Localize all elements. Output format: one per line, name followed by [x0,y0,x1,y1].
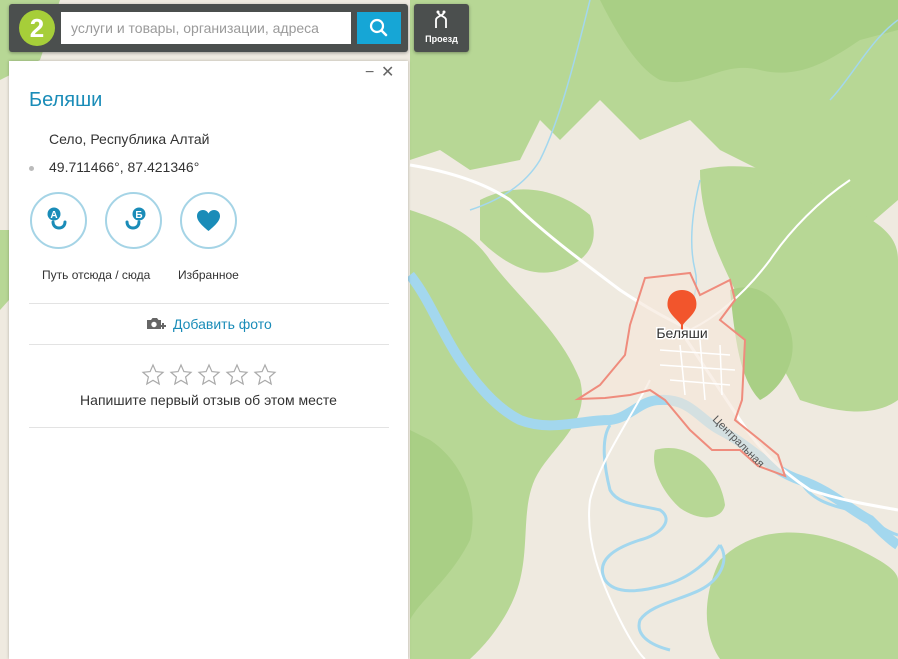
route-a-icon: A [47,207,67,230]
forest-area [0,230,9,310]
review-prompt[interactable]: Напишите первый отзыв об этом месте [9,392,408,408]
divider [29,427,389,428]
divider [29,303,389,304]
minimize-icon[interactable]: − [365,65,374,81]
location-dot-icon [29,166,34,171]
divider [29,344,389,345]
place-type: Село, Республика Алтай [49,131,210,147]
svg-text:2: 2 [30,13,44,43]
place-title: Беляши [29,89,103,111]
camera-plus-icon [147,318,166,329]
rating-stars[interactable] [141,363,281,387]
route-label: Проезд [425,34,458,44]
heart-icon [197,210,220,231]
search-icon [369,18,388,37]
route-label[interactable]: Путь отсюда / сюда [42,268,150,282]
place-coordinates[interactable]: 49.711466°, 87.421346° [49,159,199,175]
star-icon[interactable] [253,363,277,387]
search-bar: 2 [9,4,408,52]
svg-text:Б: Б [135,210,142,221]
route-icon [435,10,447,28]
route-b-icon: Б [125,207,146,230]
star-icon[interactable] [169,363,193,387]
favorite-label[interactable]: Избранное [178,268,239,282]
star-icon[interactable] [225,363,249,387]
close-icon[interactable]: ✕ [381,65,394,81]
add-photo-label: Добавить фото [173,316,272,332]
favorite-button[interactable] [180,192,237,249]
route-from-button[interactable]: A [30,192,87,249]
star-icon[interactable] [141,363,165,387]
route-button[interactable]: Проезд [414,4,469,52]
marker-label: Беляши [656,325,707,341]
search-input[interactable] [61,12,351,44]
svg-text:A: A [50,210,57,221]
search-button[interactable] [357,12,401,44]
2gis-logo-icon[interactable]: 2 [18,9,56,47]
place-card: − ✕ Беляши Село, Республика Алтай 49.711… [9,61,408,659]
star-icon[interactable] [197,363,221,387]
route-to-button[interactable]: Б [105,192,162,249]
